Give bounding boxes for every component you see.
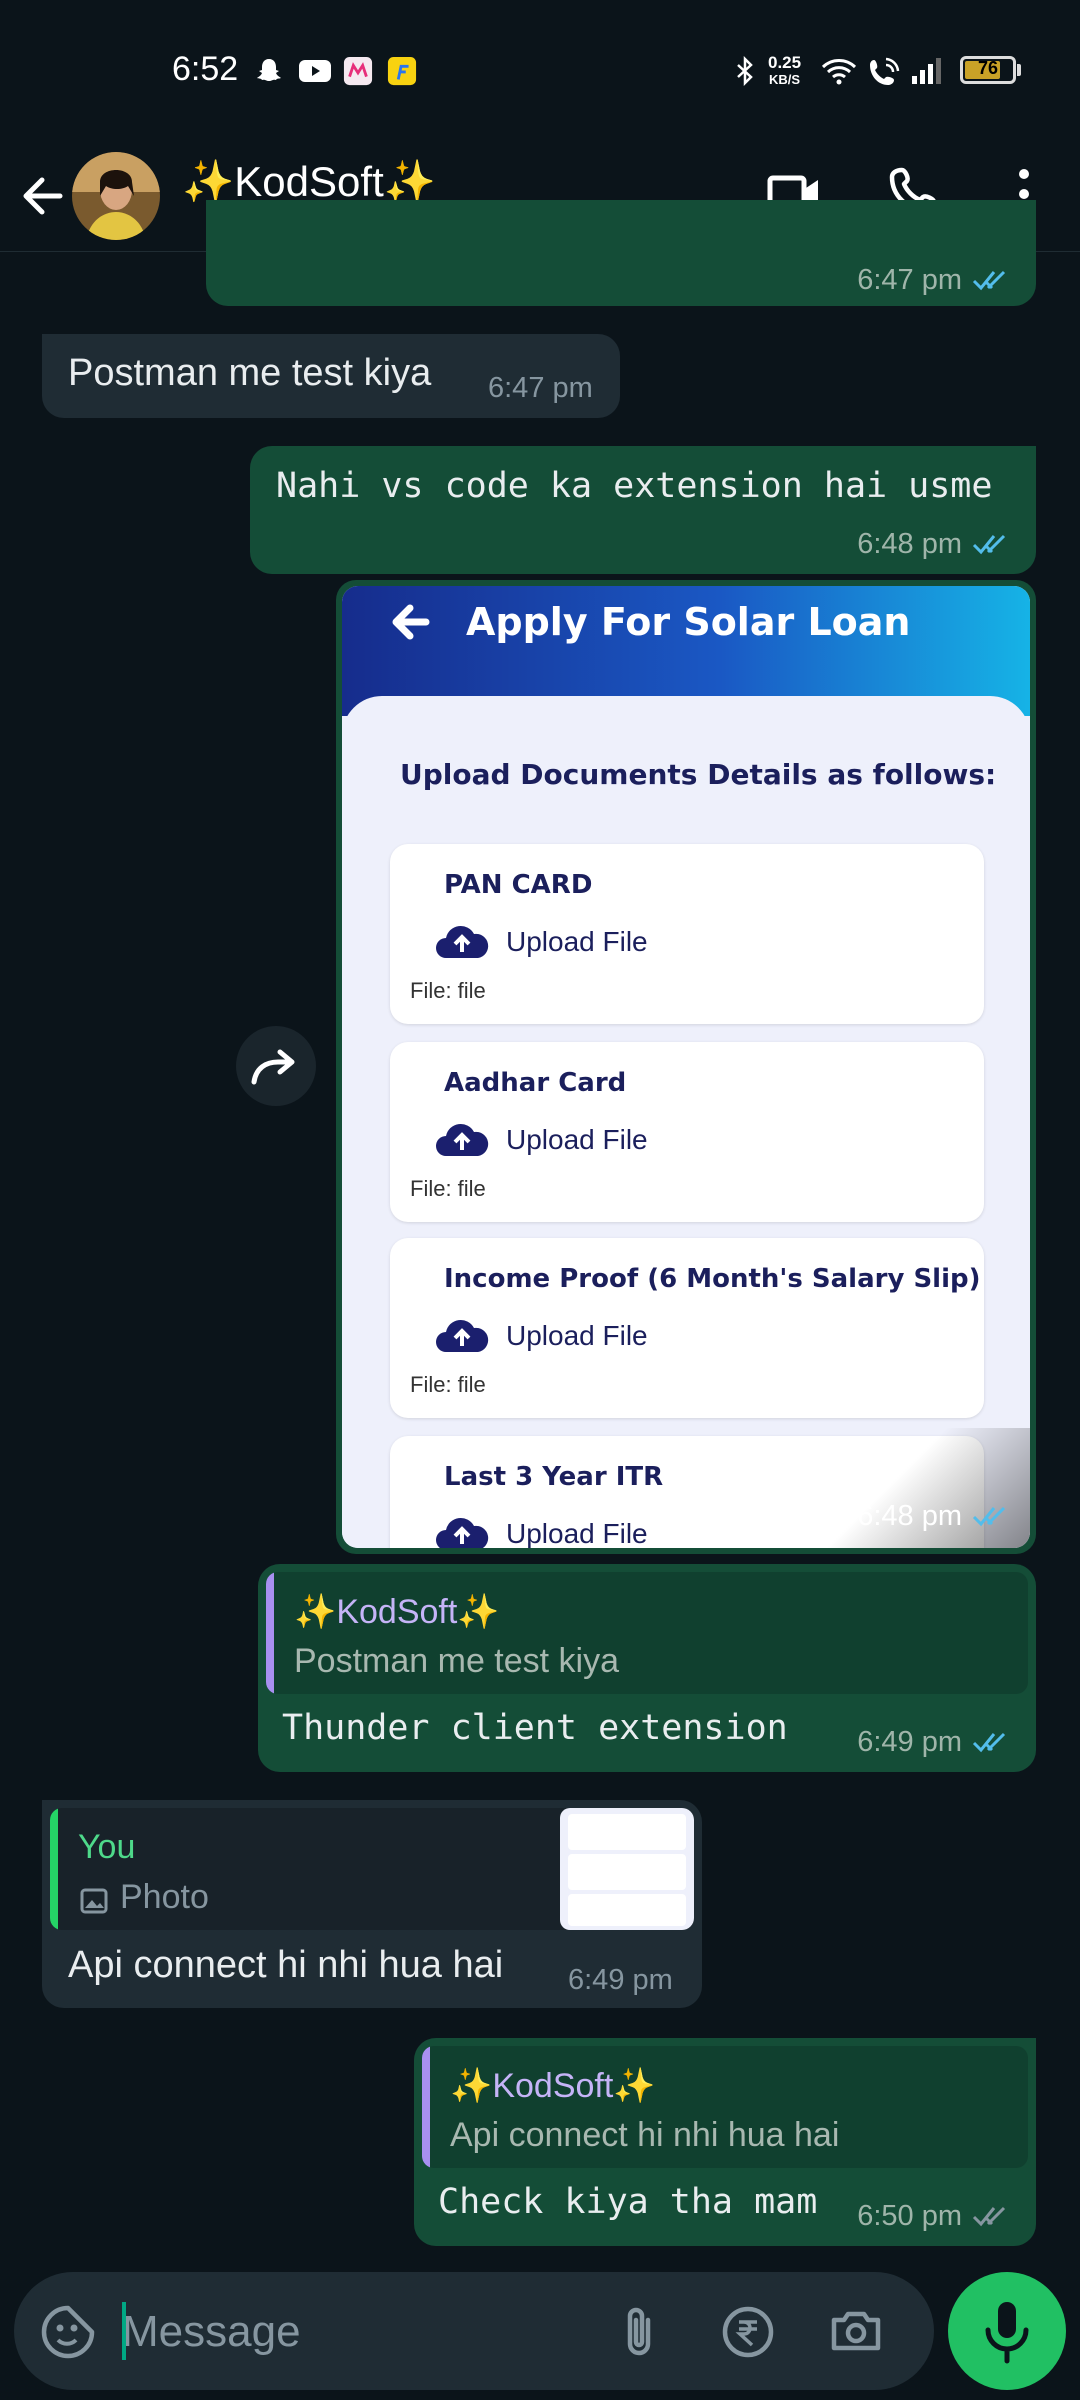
doc-title: Aadhar Card [444, 1068, 627, 1098]
mic-icon [985, 2302, 1029, 2364]
payment-rupee-icon[interactable] [718, 2302, 778, 2362]
doc-file-label: File: file [410, 1372, 486, 1397]
read-ticks-icon [972, 1732, 1006, 1753]
status-time: 6:52 [172, 50, 239, 88]
quote-thumbnail [560, 1808, 694, 1930]
cloud-upload-icon [436, 1517, 489, 1548]
message-time: 6:49 pm [857, 1726, 962, 1758]
quote-bar [50, 1808, 58, 1930]
bluetooth-icon [737, 56, 753, 86]
wifi-icon [821, 59, 857, 85]
battery-icon: 76 [960, 56, 1016, 84]
quote-text: Photo [120, 1878, 209, 1916]
message-input-bar [14, 2272, 934, 2390]
quote-text: Postman me test kiya [294, 1642, 620, 1680]
quoted-message[interactable]: ✨KodSoft✨ Api connect hi nhi hua hai [422, 2046, 1028, 2168]
camera-icon[interactable] [826, 2302, 886, 2362]
message-bubble-outgoing[interactable]: 6:47 pm [206, 200, 1036, 306]
message-text: Nahi vs code ka extension hai usme [276, 466, 993, 506]
status-bar: 6:52 0.25 KB/S 76 [0, 0, 1080, 140]
message-text: Thunder client extension [282, 1708, 788, 1748]
photo-icon [80, 1888, 108, 1914]
wifi-calling-icon [870, 57, 900, 85]
youtube-icon [299, 60, 331, 82]
back-arrow-icon[interactable] [16, 158, 76, 234]
avatar[interactable] [72, 152, 160, 240]
doc-file-label: File: file [410, 978, 486, 1003]
message-bubble-incoming[interactable]: You Photo Api connect hi nhi hua hai 6:4… [42, 1800, 702, 2008]
doc-card: Aadhar Card Upload File File: file [390, 1042, 984, 1222]
quoted-message[interactable]: You Photo [50, 1808, 694, 1930]
message-time: 6:48 pm [857, 1500, 962, 1532]
signal-icon [912, 58, 941, 84]
image-title: Apply For Solar Loan [466, 600, 911, 644]
message-time: 6:47 pm [857, 264, 962, 296]
forward-button[interactable] [236, 1026, 316, 1106]
message-bubble-image[interactable]: Apply For Solar Loan Upload Documents De… [336, 580, 1036, 1554]
doc-upload-label: Upload File [506, 1320, 648, 1351]
snapchat-icon [257, 59, 281, 81]
net-speed: 0.25 KB/S [768, 53, 802, 87]
message-text: Check kiya tha mam [438, 2182, 818, 2222]
doc-upload-label: Upload File [506, 1124, 648, 1155]
message-text: Api connect hi nhi hua hai [68, 1944, 504, 1986]
quoted-message[interactable]: ✨KodSoft✨ Postman me test kiya [266, 1572, 1028, 1694]
cloud-upload-icon [436, 1123, 489, 1156]
forward-icon [251, 1049, 295, 1085]
quote-author: ✨KodSoft✨ [294, 1593, 500, 1631]
doc-file-label: File: file [410, 1176, 486, 1201]
doc-card: Income Proof (6 Month's Salary Slip) Upl… [390, 1238, 984, 1418]
doc-upload-label: Upload File [506, 926, 648, 957]
image-heading: Upload Documents Details as follows: [400, 758, 997, 791]
doc-title: Last 3 Year ITR [444, 1462, 664, 1492]
myntra-icon [343, 56, 373, 86]
quote-author: You [78, 1828, 136, 1866]
read-ticks-icon [972, 534, 1006, 555]
shared-image[interactable]: Apply For Solar Loan Upload Documents De… [342, 586, 1030, 1548]
quote-bar [266, 1572, 274, 1694]
message-time: 6:47 pm [488, 372, 593, 404]
message-input[interactable] [122, 2302, 602, 2362]
message-bubble-outgoing[interactable]: ✨KodSoft✨ Postman me test kiya Thunder c… [258, 1564, 1036, 1772]
doc-upload-label: Upload File [506, 1518, 648, 1548]
doc-title: PAN CARD [444, 870, 593, 900]
read-ticks-icon [972, 270, 1006, 291]
message-time: 6:50 pm [857, 2200, 962, 2232]
doc-title: Income Proof (6 Month's Salary Slip) [444, 1264, 981, 1294]
back-arrow-icon [392, 604, 430, 640]
message-bubble-outgoing[interactable]: Nahi vs code ka extension hai usme 6:48 … [250, 446, 1036, 574]
doc-card: PAN CARD Upload File File: file [390, 844, 984, 1024]
delivered-ticks-icon [972, 2206, 1006, 2227]
quote-text: Api connect hi nhi hua hai [450, 2116, 840, 2154]
quote-bar [422, 2046, 430, 2168]
voice-message-button[interactable] [948, 2272, 1066, 2390]
message-text: Postman me test kiya [68, 352, 432, 394]
sticker-icon[interactable] [38, 2302, 98, 2362]
read-ticks-icon [972, 1506, 1006, 1527]
message-time: 6:49 pm [568, 1964, 673, 1996]
message-bubble-incoming[interactable]: Postman me test kiya 6:47 pm [42, 334, 620, 418]
flipkart-icon [387, 56, 417, 86]
battery-tip [1017, 64, 1021, 76]
attach-icon[interactable] [610, 2302, 670, 2362]
message-time: 6:48 pm [857, 528, 962, 560]
cloud-upload-icon [436, 1319, 489, 1352]
cloud-upload-icon [436, 925, 489, 958]
text-caret [122, 2302, 126, 2360]
quote-author: ✨KodSoft✨ [450, 2067, 656, 2105]
message-bubble-outgoing[interactable]: ✨KodSoft✨ Api connect hi nhi hua hai Che… [414, 2038, 1036, 2246]
